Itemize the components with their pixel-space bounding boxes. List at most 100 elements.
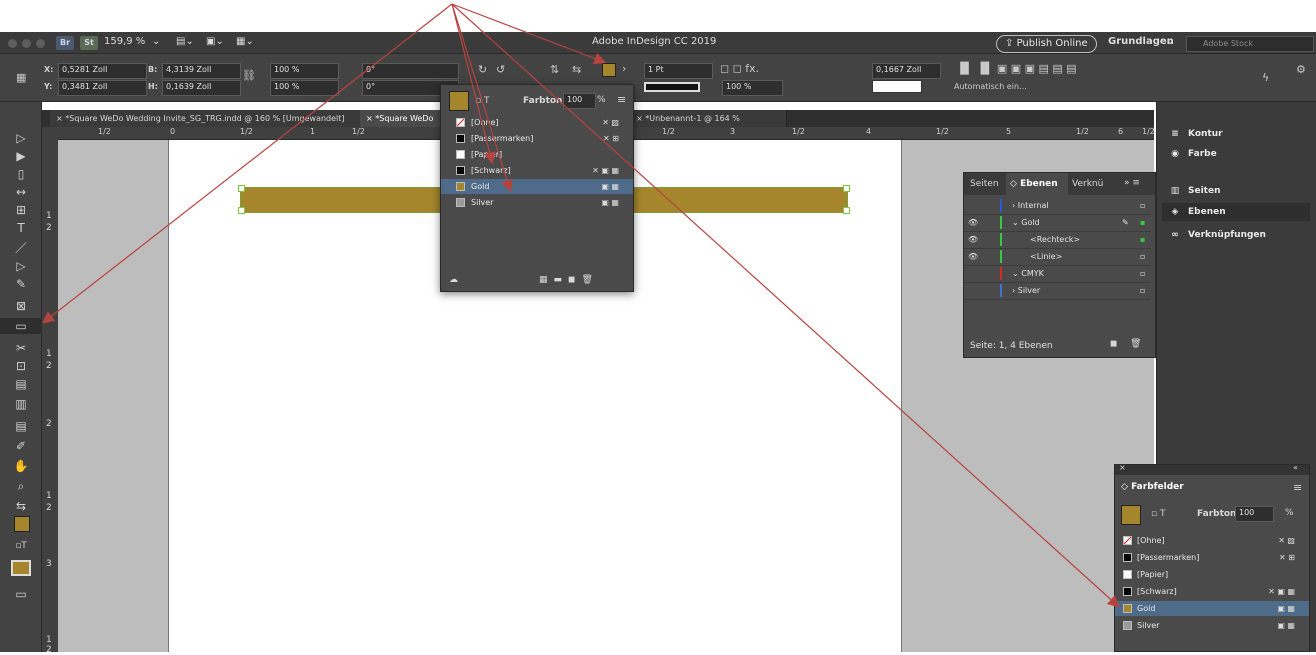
eye-icon[interactable]: 👁: [968, 231, 978, 248]
arrange-documents-icon[interactable]: ▦⌄: [236, 36, 254, 47]
eyedropper-tool-icon[interactable]: ✐: [0, 438, 42, 454]
tab-pages[interactable]: Seiten: [970, 179, 999, 189]
adobe-stock-search[interactable]: Adobe Stock: [1186, 36, 1314, 52]
swatch-row[interactable]: Silver ▣ ▦: [1115, 618, 1309, 633]
close-tab-icon[interactable]: ×: [56, 114, 65, 123]
tab-farbfelder[interactable]: ◇ Farbfelder: [1115, 477, 1191, 497]
swatch-row-selected[interactable]: Gold ▣ ▦: [1115, 601, 1309, 616]
hand-tool-icon[interactable]: ✋: [0, 458, 42, 474]
flip-vertical-icon[interactable]: ⇅: [550, 64, 559, 76]
screen-mode-icon[interactable]: ▣⌄: [206, 36, 224, 47]
resize-handle[interactable]: [238, 207, 245, 214]
swatch-actions-icon[interactable]: ▦▬◼🗑: [539, 275, 599, 285]
stroke-color-selector[interactable]: [872, 80, 922, 93]
layer-target-icon[interactable]: ▫: [1140, 197, 1145, 214]
width-field[interactable]: 4,3139 Zoll: [162, 63, 241, 79]
swatch-row-selected[interactable]: Gold ▣ ▦: [441, 179, 633, 194]
panel-overflow-icon[interactable]: » ≡: [1124, 178, 1140, 188]
flip-horizontal-icon[interactable]: ⇆: [572, 64, 581, 76]
swatch-row[interactable]: Silver ▣ ▦: [441, 195, 633, 210]
formatting-affects-icon[interactable]: ▫T: [0, 538, 42, 554]
content-collector-icon[interactable]: ⊞: [0, 202, 42, 218]
page-tool-icon[interactable]: ▯: [0, 166, 42, 182]
x-field[interactable]: 0,5281 Zoll: [58, 63, 147, 79]
dock-item-ebenen[interactable]: ◈ Ebenen: [1162, 203, 1310, 221]
selection-tool-icon[interactable]: ▷: [0, 130, 42, 146]
layer-target-icon[interactable]: ▪: [1140, 214, 1145, 231]
tab-links[interactable]: Verknü: [1072, 179, 1103, 189]
view-options-icon[interactable]: ▤⌄: [176, 36, 194, 47]
fill-stroke-swatch-icon[interactable]: [449, 91, 469, 111]
tint-field[interactable]: 100: [563, 93, 596, 109]
layer-target-icon[interactable]: ▫: [1140, 248, 1145, 265]
new-layer-icon[interactable]: ◼: [1110, 339, 1117, 349]
type-tool-icon[interactable]: T: [0, 220, 42, 236]
gap-tool-icon[interactable]: ↔: [0, 184, 42, 200]
panel-menu-icon[interactable]: ≡: [1293, 481, 1302, 494]
panel-drag-bar[interactable]: × «: [1115, 463, 1309, 475]
gradient-swatch-tool-icon[interactable]: ▤: [0, 376, 42, 392]
rectangle-frame-tool-icon[interactable]: ⊠: [0, 298, 42, 314]
scissors-tool-icon[interactable]: ✂: [0, 340, 42, 356]
control-settings-icon[interactable]: ⚙: [1296, 64, 1306, 76]
swatch-row[interactable]: [Schwarz] ✕ ▣ ▦: [441, 163, 633, 178]
line-tool-icon[interactable]: ／: [0, 240, 42, 256]
quick-apply-icon[interactable]: ϟ: [1262, 72, 1269, 84]
delete-layer-icon[interactable]: 🗑: [1130, 339, 1141, 349]
resize-handle[interactable]: [843, 207, 850, 214]
close-panel-icon[interactable]: ×: [1119, 463, 1126, 472]
tint-field[interactable]: 100: [1235, 506, 1274, 522]
container-text-icon[interactable]: ▫ T: [1151, 509, 1165, 519]
publish-online-button[interactable]: ⇪ Publish Online: [996, 35, 1097, 53]
height-field[interactable]: 0,1639 Zoll: [162, 80, 241, 96]
document-tab[interactable]: × *Unbenannt-1 @ 164 %: [630, 110, 787, 127]
swatch-row[interactable]: [Papier]: [441, 147, 633, 162]
swatch-row[interactable]: [Passermarken] ✕ ⊞: [1115, 550, 1309, 565]
reference-point-icon[interactable]: ▦: [16, 72, 26, 84]
swap-fill-stroke-icon[interactable]: ⇆: [0, 498, 42, 514]
layer-row[interactable]: › Internal ▫: [964, 197, 1151, 215]
autofit-checkbox[interactable]: Automatisch ein...: [954, 81, 1027, 93]
offset-field[interactable]: 0,1667 Zoll: [872, 63, 941, 79]
fill-swatch-button[interactable]: [602, 63, 616, 77]
swatch-row[interactable]: [Schwarz] ✕ ▣ ▦: [1115, 584, 1309, 599]
dock-item-verknuepfungen[interactable]: ∞ Verknüpfungen: [1162, 226, 1310, 244]
layer-target-icon[interactable]: ▪: [1140, 231, 1145, 248]
scale-y-field[interactable]: 100 %: [270, 80, 339, 96]
rotate-ccw-icon[interactable]: ↺: [496, 64, 505, 76]
tab-layers[interactable]: ◇ Ebenen: [1006, 173, 1068, 195]
note-tool-icon[interactable]: ▤: [0, 418, 42, 434]
eye-icon[interactable]: 👁: [968, 214, 978, 231]
layer-row[interactable]: 👁 <Linie> ▫: [964, 248, 1151, 266]
layer-target-icon[interactable]: ▫: [1140, 282, 1145, 299]
opacity-field[interactable]: 100 %: [722, 80, 783, 96]
rectangle-tool-icon[interactable]: ▭: [0, 318, 42, 334]
swatch-row[interactable]: [Papier]: [1115, 567, 1309, 582]
zoom-chevron-icon[interactable]: ⌄: [152, 36, 160, 47]
pen-tool-icon[interactable]: ▷: [0, 258, 42, 274]
bridge-badge[interactable]: Br: [56, 36, 74, 50]
workspace-switcher[interactable]: Grundlagen: [1108, 36, 1174, 47]
stroke-type-selector[interactable]: [644, 82, 700, 92]
resize-handle[interactable]: [238, 185, 245, 192]
free-transform-tool-icon[interactable]: ⊡: [0, 358, 42, 374]
container-text-icon[interactable]: ▫ T: [475, 96, 489, 106]
rotate-cw-icon[interactable]: ↻: [478, 64, 487, 76]
maximize-window-icon[interactable]: [36, 39, 45, 48]
eye-icon[interactable]: 👁: [968, 248, 978, 265]
close-window-icon[interactable]: [8, 39, 17, 48]
apply-color-icon[interactable]: [11, 560, 31, 576]
layer-row[interactable]: ⌄ CMYK ▫: [964, 265, 1151, 283]
rotation-field[interactable]: 0°: [362, 63, 459, 79]
y-field[interactable]: 0,3481 Zoll: [58, 80, 147, 96]
stroke-weight-field[interactable]: 1 Pt: [644, 63, 713, 79]
constrain-proportions-icon[interactable]: ⛓: [242, 70, 256, 82]
gradient-feather-tool-icon[interactable]: ▥: [0, 396, 42, 412]
fill-color-icon[interactable]: [14, 516, 30, 532]
align-buttons-icon[interactable]: ▐▌ ▐▌ ▣ ▣ ▣ ▤ ▤ ▤: [956, 63, 1077, 75]
swatch-row[interactable]: [Ohne] ✕ ▨: [1115, 533, 1309, 548]
fill-stroke-swatch-icon[interactable]: [1121, 505, 1141, 525]
screen-mode-tool-icon[interactable]: ▭: [0, 586, 42, 602]
collapse-panel-icon[interactable]: «: [1293, 463, 1298, 472]
layer-row[interactable]: 👁 ⌄ Gold ✎ ▪: [964, 214, 1151, 232]
